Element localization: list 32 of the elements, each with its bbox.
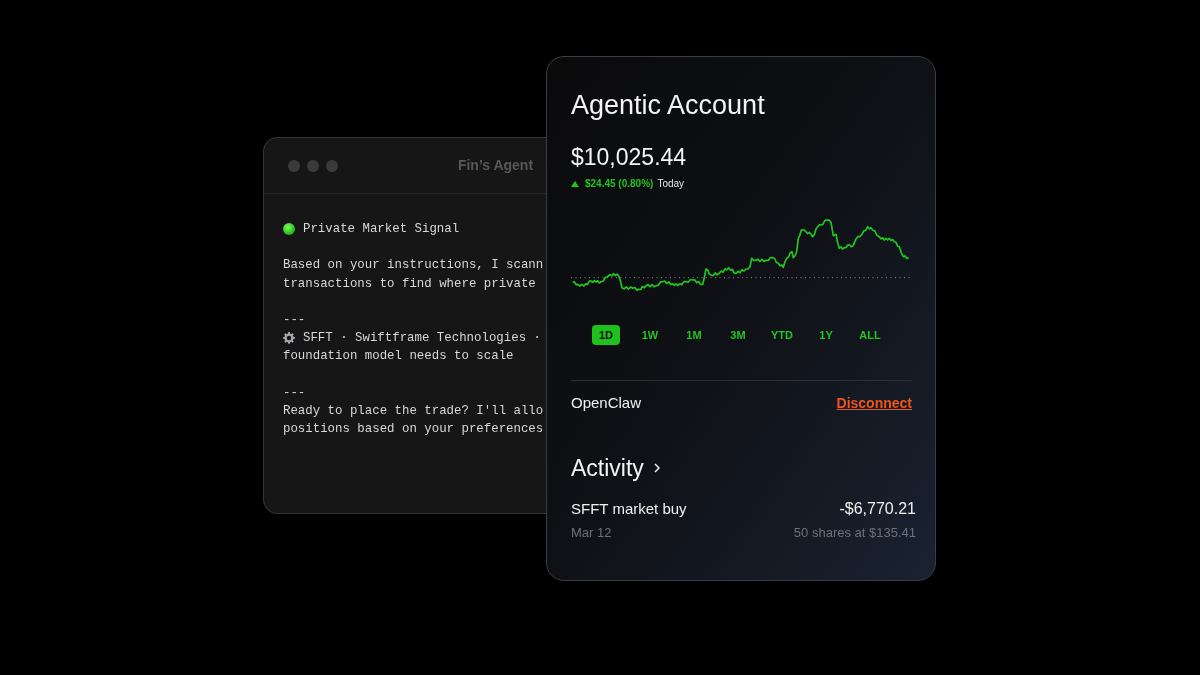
change-period: Today (657, 177, 685, 191)
separator-text: --- (283, 384, 306, 402)
status-dot-icon (283, 223, 295, 236)
transaction-title: SFFT market buy (571, 499, 687, 519)
transaction-detail: 50 shares at $135.41 (793, 524, 916, 542)
chevron-right-icon (653, 463, 660, 473)
signal-title: Private Market Signal (303, 221, 460, 238)
change-amount: $24.45 (0.80%) (585, 177, 654, 191)
ticker-text: SFFT · Swiftframe Technologies · (303, 330, 541, 348)
window-control-icon[interactable] (307, 159, 319, 172)
range-tab[interactable]: 1D (592, 325, 620, 345)
range-tab[interactable]: 3M (724, 325, 752, 345)
range-tab[interactable]: YTD (768, 325, 796, 345)
disconnect-link[interactable]: Disconnect (836, 393, 912, 413)
range-tab[interactable]: 1Y (812, 325, 840, 345)
separator-text: --- (283, 312, 306, 329)
balance-amount: $10,025.44 (571, 143, 687, 171)
range-tab[interactable]: ALL (856, 325, 884, 345)
range-tab[interactable]: 1M (680, 325, 708, 345)
connection-name: OpenClaw (571, 393, 642, 413)
range-tab[interactable]: 1W (636, 325, 664, 345)
transaction-amount: -$6,770.21 (839, 499, 916, 519)
window-control-icon[interactable] (288, 159, 300, 172)
transaction-date: Mar 12 (571, 524, 612, 542)
ticker-text: foundation model needs to scale (283, 348, 514, 366)
message-text: Based on your instructions, I scann transactions to find where private (283, 257, 544, 293)
window-title: Fin’s Agent (457, 156, 534, 175)
account-title: Agentic Account (571, 89, 765, 121)
window-control-icon[interactable] (326, 159, 338, 172)
message-text: Ready to place the trade? I'll allo positions based on your preferences (283, 403, 544, 439)
activity-link[interactable]: Activity (571, 454, 660, 482)
gear-icon (283, 332, 295, 345)
